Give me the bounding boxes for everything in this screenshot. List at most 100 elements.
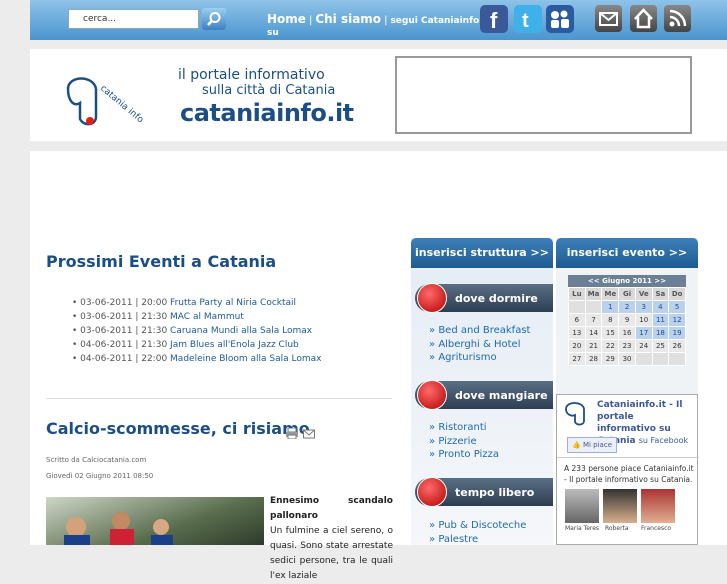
svg-text:f: f (490, 8, 498, 33)
nav-segui-text: segui Cataniainfo (390, 16, 480, 26)
calendar-day[interactable]: 4 (651, 300, 670, 314)
link-pronto-pizza[interactable]: » Pronto Pizza (429, 449, 499, 463)
facebook-icon[interactable]: f (480, 5, 508, 33)
link-ristoranti[interactable]: » Ristoranti (429, 422, 499, 436)
email-icon[interactable] (303, 428, 316, 439)
structures-column: inserisci struttura >> dove dormire » Be… (411, 238, 553, 545)
calendar-day[interactable]: 28 (584, 352, 603, 366)
fan-avatar[interactable] (565, 489, 599, 523)
link-alberghi-hotel[interactable]: » Alberghi & Hotel (429, 339, 530, 353)
fb-like-button[interactable]: 👍 Mi piace (567, 437, 617, 453)
article-tools (286, 424, 316, 443)
section-tempo-libero[interactable]: tempo libero (415, 477, 553, 507)
myspace-icon[interactable] (546, 5, 574, 33)
mail-icon[interactable] (595, 5, 622, 32)
event-link[interactable]: Madeleine Bloom alla Sala Lomax (170, 354, 321, 364)
fan-avatar[interactable] (603, 489, 637, 523)
search-button[interactable] (202, 8, 226, 30)
link-agriturismo[interactable]: » Agriturismo (429, 352, 530, 366)
print-icon[interactable] (286, 427, 298, 440)
calendar-day[interactable]: 20 (568, 339, 586, 353)
calendar-day[interactable]: 13 (568, 326, 586, 340)
calendar-day[interactable]: 21 (584, 339, 603, 353)
fan-name: Maria Teres (565, 525, 600, 532)
event-link[interactable]: MAC al Mammut (170, 312, 244, 322)
twitter-icon[interactable]: t (514, 5, 542, 33)
calendar-day[interactable]: 24 (634, 339, 653, 353)
tempo-libero-links: » Pub & Discoteche » Palestre (429, 520, 526, 547)
calendar-day[interactable]: 15 (601, 326, 620, 340)
calendar-day[interactable]: 27 (568, 352, 586, 366)
site-logo[interactable]: © catania info (50, 67, 145, 126)
calendar-day[interactable]: 17 (634, 326, 653, 340)
fan-avatar[interactable] (641, 489, 675, 523)
calendar-day[interactable]: 11 (651, 313, 670, 327)
calendar-grid: Lu Ma Me Gi Ve Sa Do 1 2 3 4 5 6 7 8 9 1… (568, 287, 686, 366)
list-item: • 03-06-2011 | 21:30 Caruana Mundi alla … (72, 326, 313, 336)
home-icon[interactable] (630, 5, 657, 32)
tagline-line-1: il portale informativo (178, 67, 325, 83)
article-lead: Ennesimo scandalo pallonaro (270, 496, 393, 521)
list-item: • 03-06-2011 | 20:00 Frutta Party al Nir… (72, 298, 297, 308)
calendar-day[interactable]: 19 (668, 326, 686, 340)
site-name: cataniainfo.it (180, 99, 354, 127)
facebook-widget: Cataniainfo.it - Il portale informativo … (556, 394, 699, 545)
fork-knife-icon (417, 380, 447, 410)
tagline-line-2: sulla città di Catania (202, 83, 336, 98)
link-pizzerie[interactable]: » Pizzerie (429, 436, 499, 450)
rss-icon[interactable] (664, 5, 691, 32)
link-pub-discoteche[interactable]: » Pub & Discoteche (429, 520, 526, 534)
nav-chi-siamo-link[interactable]: Chi siamo (315, 12, 381, 26)
calendar-day[interactable]: 26 (668, 339, 686, 353)
calendar-day[interactable]: 25 (651, 339, 670, 353)
calendar-day[interactable]: 1 (601, 300, 620, 314)
search-input[interactable]: cerca... (68, 9, 199, 29)
calendar-day[interactable]: 10 (634, 313, 653, 327)
calendar-day[interactable]: 22 (601, 339, 620, 353)
ad-banner[interactable] (395, 56, 692, 134)
article-date: Giovedì 02 Giugno 2011 08:50 (46, 472, 154, 480)
dormire-links: » Bed and Breakfast » Alberghi & Hotel »… (429, 325, 530, 366)
calendar-day[interactable]: 6 (568, 313, 586, 327)
top-bar: cerca... Home | Chi siamo | segui Cataniainf… (30, 0, 727, 40)
calendar-day[interactable]: 5 (668, 300, 686, 314)
calendar-day[interactable]: 9 (618, 313, 636, 327)
divider (557, 457, 699, 458)
event-link[interactable]: Frutta Party al Niria Cocktail (170, 298, 296, 308)
list-item: • 03-06-2011 | 21:30 MAC al Mammut (72, 312, 244, 322)
calendar-day[interactable]: 30 (618, 352, 636, 366)
calendar-day[interactable]: 7 (584, 313, 603, 327)
fb-likes-count: A 233 persone piace Cataniainfo.it - Il … (564, 464, 694, 484)
section-dove-mangiare[interactable]: dove mangiare (415, 380, 553, 410)
section-dove-dormire[interactable]: dove dormire (415, 283, 553, 313)
add-event-button[interactable]: inserisci evento >> (556, 238, 698, 268)
calendar-day[interactable]: 23 (618, 339, 636, 353)
fan-name: Roberta (605, 525, 629, 532)
site-header: © catania info il portale informativo su… (30, 49, 727, 141)
add-structure-button[interactable]: inserisci struttura >> (411, 238, 553, 268)
fan-name: Francesco (641, 525, 672, 532)
calendar-day[interactable]: 8 (601, 313, 620, 327)
main-nav: Home | Chi siamo | segui Cataniainfo (267, 12, 480, 26)
article-excerpt: Ennesimo scandalo pallonaro Un fulmine a… (270, 496, 393, 581)
events-title: Prossimi Eventi a Catania (46, 252, 277, 271)
calendar: << Giugno 2011 >> Lu Ma Me Gi Ve Sa Do 1… (568, 275, 686, 366)
calendar-day[interactable]: 3 (634, 300, 653, 314)
nav-home-link[interactable]: Home (267, 12, 306, 26)
nav-su-text: su (267, 28, 279, 38)
event-link[interactable]: Jam Blues all'Enola Jazz Club (170, 340, 299, 350)
events-column: inserisci evento >> << Giugno 2011 >> Lu… (556, 238, 699, 545)
calendar-day[interactable]: 29 (601, 352, 620, 366)
bed-icon (417, 283, 447, 313)
event-link[interactable]: Caruana Mundi alla Sala Lomax (170, 326, 312, 336)
calendar-day[interactable]: 12 (668, 313, 686, 327)
calendar-month-nav[interactable]: << Giugno 2011 >> (568, 275, 686, 287)
calendar-day[interactable]: 14 (584, 326, 603, 340)
article-image[interactable] (46, 497, 264, 545)
link-bed-and-breakfast[interactable]: » Bed and Breakfast (429, 325, 530, 339)
calendar-day[interactable]: 16 (618, 326, 636, 340)
list-item: • 04-06-2011 | 21:30 Jam Blues all'Enola… (72, 340, 299, 350)
calendar-day[interactable]: 2 (618, 300, 636, 314)
article-title[interactable]: Calcio-scommesse, ci risiamo (46, 419, 310, 438)
calendar-day[interactable]: 18 (651, 326, 670, 340)
